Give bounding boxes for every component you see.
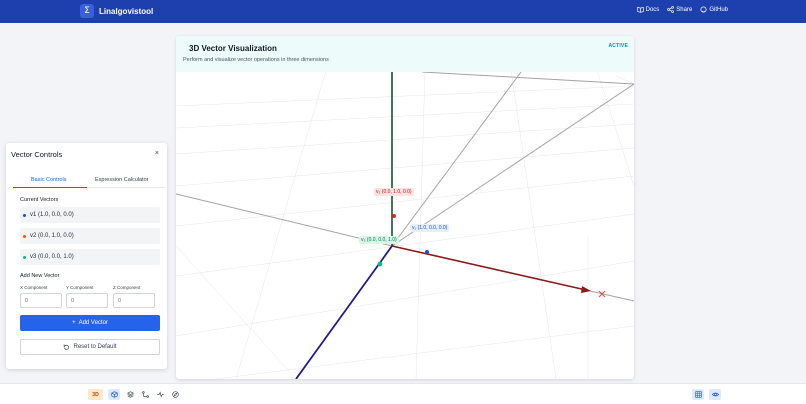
- visualization-card: 3D Vector Visualization Perform and visu…: [176, 36, 634, 379]
- sigma-icon: Σ: [80, 4, 94, 18]
- v2-endpoint[interactable]: [392, 214, 396, 218]
- reset-to-default-button[interactable]: Reset to Default: [20, 339, 160, 355]
- y-component-label: Y Component: [66, 285, 94, 290]
- x-axis: [391, 245, 587, 291]
- visualization-header: 3D Vector Visualization Perform and visu…: [176, 36, 634, 72]
- layers-icon: [126, 391, 134, 398]
- v3-endpoint[interactable]: [377, 261, 383, 267]
- v1-color-dot: [23, 213, 26, 217]
- vector-list-item[interactable]: v2 (0.0, 1.0, 0.0): [20, 228, 160, 244]
- cube-button[interactable]: [108, 389, 120, 400]
- compass-button[interactable]: [169, 389, 181, 400]
- add-vector-button[interactable]: + Add Vector: [20, 315, 160, 331]
- activity-icon: [156, 391, 164, 398]
- v3-label: v₃ (0.0, 0.0, 1.0): [359, 236, 399, 244]
- panel-title: Vector Controls: [11, 150, 63, 159]
- share-icon: [667, 6, 675, 13]
- z-component-input[interactable]: [113, 293, 155, 308]
- eye-icon: [711, 392, 719, 397]
- top-nav: Docs Share GitHub: [636, 6, 728, 13]
- layers-button[interactable]: [124, 389, 136, 400]
- y-component-input[interactable]: [66, 293, 108, 308]
- plus-icon: +: [72, 320, 76, 326]
- visualization-title: 3D Vector Visualization: [189, 44, 277, 53]
- 3d-canvas[interactable]: [176, 36, 634, 379]
- route-button[interactable]: [139, 389, 151, 400]
- github-icon: [700, 6, 707, 13]
- activity-button[interactable]: [154, 389, 166, 400]
- x-component-input[interactable]: [20, 293, 62, 308]
- close-icon[interactable]: ×: [155, 150, 159, 157]
- vector-label: v2 (0.0, 1.0, 0.0): [30, 233, 74, 239]
- tab-basic-controls[interactable]: Basic Controls: [31, 177, 66, 183]
- v2-color-dot: [23, 234, 26, 238]
- v3-color-dot: [23, 255, 26, 259]
- vector-controls-panel: Vector Controls × Basic Controls Express…: [6, 143, 167, 369]
- bottom-toolbar: 3D: [0, 383, 806, 404]
- route-icon: [141, 391, 149, 398]
- vector-label: v3 (0.0, 0.0, 1.0): [30, 254, 74, 260]
- github-link[interactable]: GitHub: [700, 6, 728, 13]
- x-axis-arrow: [581, 286, 591, 293]
- vector-label: v1 (1.0, 0.0, 0.0): [30, 212, 74, 218]
- v1-endpoint[interactable]: [425, 250, 429, 254]
- visualization-subtitle: Perform and visualize vector operations …: [183, 57, 329, 63]
- reset-label: Reset to Default: [73, 344, 117, 350]
- share-link[interactable]: Share: [667, 6, 692, 13]
- x-component-label: X Component: [20, 285, 48, 290]
- reset-icon: [63, 343, 70, 350]
- grid: [176, 36, 634, 379]
- status-badge: ACTIVE: [608, 43, 628, 49]
- z-axis: [295, 245, 393, 379]
- docs-label: Docs: [645, 6, 660, 13]
- docs-link[interactable]: Docs: [636, 6, 660, 13]
- visibility-toggle-button[interactable]: [709, 389, 721, 400]
- brand[interactable]: Σ Linalgovistool: [80, 4, 153, 18]
- grid-icon: [694, 391, 702, 398]
- vector-list-item[interactable]: v3 (0.0, 0.0, 1.0): [20, 249, 160, 265]
- vector-list-item[interactable]: v1 (1.0, 0.0, 0.0): [20, 207, 160, 223]
- v2-label: v₂ (0.0, 1.0, 0.0): [374, 188, 414, 196]
- panel-tabs: Basic Controls Expression Calculator: [13, 174, 165, 188]
- grid-toggle-button[interactable]: [692, 389, 704, 400]
- github-label: GitHub: [709, 6, 728, 13]
- tab-expression-calculator[interactable]: Expression Calculator: [95, 177, 149, 183]
- 3d-mode-button[interactable]: 3D: [88, 389, 103, 400]
- share-label: Share: [676, 6, 693, 13]
- add-vector-label: Add Vector: [78, 320, 108, 326]
- v1-label: v₁ (1.0, 0.0, 0.0): [410, 224, 450, 232]
- z-component-label: Z Component: [113, 285, 141, 290]
- book-icon: [636, 6, 644, 13]
- active-tab-indicator: [13, 187, 87, 188]
- add-new-vector-title: Add New Vector: [20, 273, 60, 279]
- current-vectors-title: Current Vectors: [20, 197, 59, 203]
- app-name: Linalgovistool: [99, 6, 154, 16]
- compass-icon: [171, 391, 179, 398]
- top-navbar: Σ Linalgovistool Docs Share GitHub: [0, 0, 806, 23]
- cube-icon: [110, 391, 118, 398]
